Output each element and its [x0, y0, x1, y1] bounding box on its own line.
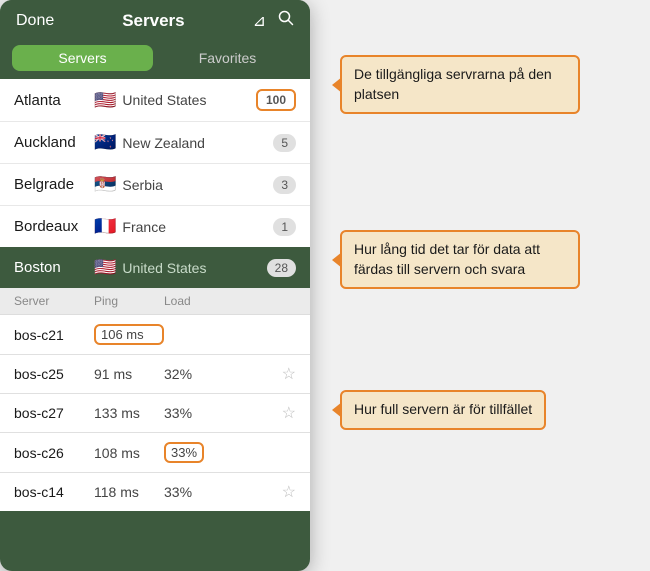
col-server-header: Server [14, 294, 94, 308]
annotation-3-text: Hur full servern är för tillfället [354, 401, 532, 417]
city-label: Auckland [14, 134, 94, 151]
arrow-left-icon [332, 402, 342, 418]
annotation-2-text: Hur lång tid det tar för data att färdas… [354, 241, 540, 277]
col-load-header: Load [164, 294, 296, 308]
boston-row[interactable]: Boston 🇺🇸 United States 28 [0, 247, 310, 288]
city-label: Belgrade [14, 176, 94, 193]
ping-value: 106 ms [94, 324, 164, 345]
filter-icon[interactable]: ⊿ [253, 11, 266, 31]
table-row[interactable]: bos-c27 133 ms 33% ☆ [0, 394, 310, 433]
server-name: bos-c25 [14, 366, 94, 382]
arrow-left-icon [332, 77, 342, 93]
tabs-row: Servers Favorites [0, 39, 310, 79]
header: Done Servers ⊿ [0, 0, 310, 39]
ping-value: 91 ms [94, 366, 164, 382]
header-icons: ⊿ [253, 10, 294, 31]
boston-country-label: United States [122, 260, 266, 276]
server-count: 100 [256, 89, 296, 111]
load-value: 32% [164, 366, 282, 382]
ping-value: 108 ms [94, 445, 164, 461]
server-count: 5 [273, 134, 296, 152]
favorite-icon[interactable]: ☆ [282, 482, 296, 502]
boston-count: 28 [267, 259, 296, 277]
list-item[interactable]: Belgrade 🇷🇸 Serbia 3 [0, 164, 310, 206]
annotation-1: De tillgängliga servrarna på den platsen [340, 55, 580, 114]
server-name: bos-c27 [14, 405, 94, 421]
list-item[interactable]: Atlanta 🇺🇸 United States 100 [0, 79, 310, 122]
table-row[interactable]: bos-c21 106 ms [0, 315, 310, 355]
phone-panel: Done Servers ⊿ Servers Favorites Atlanta [0, 0, 310, 571]
flag-icon: 🇳🇿 [94, 132, 116, 153]
load-value: 33% [164, 484, 282, 500]
annotation-3: Hur full servern är för tillfället [340, 390, 546, 430]
arrow-left-icon [332, 252, 342, 268]
col-ping-header: Ping [94, 294, 164, 308]
servers-title: Servers [122, 11, 184, 31]
sub-table-header: Server Ping Load [0, 288, 310, 315]
country-label: France [122, 219, 273, 235]
favorite-icon[interactable]: ☆ [282, 364, 296, 384]
ping-value: 133 ms [94, 405, 164, 421]
annotations-panel: De tillgängliga servrarna på den platsen… [310, 0, 650, 571]
boston-flag-icon: 🇺🇸 [94, 257, 116, 278]
search-icon[interactable] [278, 10, 294, 31]
annotation-1-text: De tillgängliga servrarna på den platsen [354, 66, 552, 102]
favorite-icon[interactable]: ☆ [282, 403, 296, 423]
tab-servers[interactable]: Servers [12, 45, 153, 71]
server-name: bos-c21 [14, 327, 94, 343]
flag-icon: 🇷🇸 [94, 174, 116, 195]
annotation-2: Hur lång tid det tar för data att färdas… [340, 230, 580, 289]
flag-icon: 🇫🇷 [94, 216, 116, 237]
country-label: United States [122, 92, 256, 108]
load-value: 33% [164, 442, 204, 463]
tab-favorites[interactable]: Favorites [157, 45, 298, 71]
server-name: bos-c14 [14, 484, 94, 500]
server-count: 3 [273, 176, 296, 194]
server-count: 1 [273, 218, 296, 236]
sub-table: Server Ping Load bos-c21 106 ms bos-c25 … [0, 288, 310, 511]
server-name: bos-c26 [14, 445, 94, 461]
load-value: 33% [164, 405, 282, 421]
list-item[interactable]: Bordeaux 🇫🇷 France 1 [0, 206, 310, 247]
table-row[interactable]: bos-c14 118 ms 33% ☆ [0, 473, 310, 511]
boston-city-label: Boston [14, 259, 94, 276]
ping-value: 118 ms [94, 484, 164, 500]
table-row[interactable]: bos-c26 108 ms 33% [0, 433, 310, 473]
city-label: Atlanta [14, 92, 94, 109]
city-label: Bordeaux [14, 218, 94, 235]
country-label: Serbia [122, 177, 273, 193]
done-button[interactable]: Done [16, 12, 54, 30]
country-label: New Zealand [122, 135, 273, 151]
flag-icon: 🇺🇸 [94, 90, 116, 111]
list-item[interactable]: Auckland 🇳🇿 New Zealand 5 [0, 122, 310, 164]
server-list: Atlanta 🇺🇸 United States 100 Auckland 🇳🇿… [0, 79, 310, 247]
table-row[interactable]: bos-c25 91 ms 32% ☆ [0, 355, 310, 394]
